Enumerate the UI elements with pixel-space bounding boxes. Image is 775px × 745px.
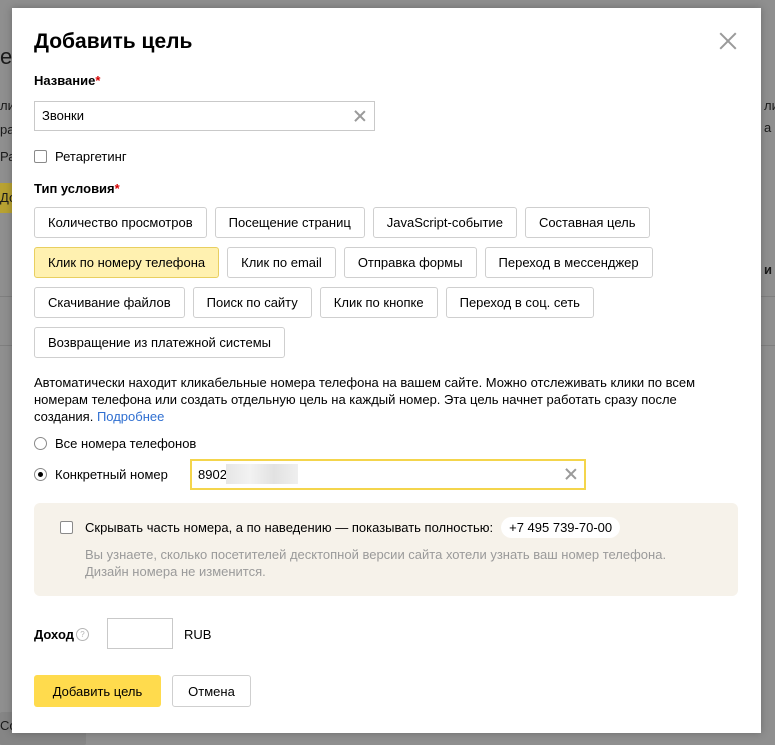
phone-number-value: 8902 xyxy=(198,467,227,482)
hide-number-panel: Скрывать часть номера, а по наведению — … xyxy=(34,503,738,596)
close-icon[interactable] xyxy=(717,30,739,52)
clear-icon[interactable] xyxy=(353,109,367,123)
income-input[interactable] xyxy=(107,618,173,649)
add-goal-button[interactable]: Добавить цель xyxy=(34,675,161,707)
condition-chip[interactable]: Клик по email xyxy=(227,247,336,278)
hide-number-label: Скрывать часть номера, а по наведению — … xyxy=(85,520,494,535)
goal-name-value: Звонки xyxy=(42,108,84,123)
chip-row: Скачивание файлов Поиск по сайту Клик по… xyxy=(34,287,734,318)
radio-all-label: Все номера телефонов xyxy=(55,436,197,451)
condition-chip[interactable]: JavaScript-событие xyxy=(372,207,517,238)
chip-row: Клик по номеру телефона Клик по email От… xyxy=(34,247,734,278)
required-mark: * xyxy=(114,181,120,196)
sample-phone-badge: +7 495 739-70-00 xyxy=(501,517,621,538)
cancel-button[interactable]: Отмена xyxy=(172,675,251,707)
name-label-text: Название xyxy=(34,73,96,88)
retargeting-checkbox-row[interactable]: Ретаргетинг xyxy=(34,149,127,164)
condition-type-chips: Количество просмотров Посещение страниц … xyxy=(34,207,734,367)
condition-chip[interactable]: Поиск по сайту xyxy=(192,287,312,318)
radio-specific-label: Конкретный номер xyxy=(55,467,168,482)
income-label-text: Доход xyxy=(34,627,74,642)
more-link[interactable]: Подробнее xyxy=(97,409,164,424)
condition-chip-selected[interactable]: Клик по номеру телефона xyxy=(34,247,220,278)
background-text: и xyxy=(764,262,772,277)
add-goal-dialog: Добавить цель Название* Звонки Ретаргети… xyxy=(12,8,761,733)
chip-row: Возвращение из платежной системы xyxy=(34,327,734,358)
phone-number-input[interactable]: 8902 xyxy=(190,459,586,490)
condition-type-label: Тип условия* xyxy=(34,181,120,196)
condition-description: Автоматически находит кликабельные номер… xyxy=(34,374,734,425)
condition-chip[interactable]: Клик по кнопке xyxy=(319,287,438,318)
retargeting-checkbox[interactable] xyxy=(34,150,47,163)
currency-label: RUB xyxy=(184,627,212,642)
condition-chip[interactable]: Скачивание файлов xyxy=(34,287,185,318)
radio-button[interactable] xyxy=(34,437,47,450)
background-text: е xyxy=(0,44,13,69)
name-label: Название* xyxy=(34,73,100,88)
hide-number-checkbox[interactable] xyxy=(60,521,73,534)
condition-chip[interactable]: Переход в мессенджер xyxy=(484,247,653,278)
chip-row: Количество просмотров Посещение страниц … xyxy=(34,207,734,238)
condition-type-label-text: Тип условия xyxy=(34,181,115,196)
hide-number-checkbox-row[interactable]: Скрывать часть номера, а по наведению — … xyxy=(60,517,621,538)
retargeting-label: Ретаргетинг xyxy=(55,149,127,164)
goal-name-input[interactable]: Звонки xyxy=(34,101,375,131)
required-mark: * xyxy=(95,73,101,88)
clear-icon[interactable] xyxy=(564,467,578,481)
help-icon[interactable]: ? xyxy=(75,628,89,641)
background-text: а xyxy=(764,120,772,135)
radio-button-checked[interactable] xyxy=(34,468,47,481)
condition-chip[interactable]: Составная цель xyxy=(524,207,650,238)
condition-chip[interactable]: Отправка формы xyxy=(343,247,477,278)
background-text: ли xyxy=(764,98,775,113)
hide-number-hint: Вы узнаете, сколько посетителей десктопн… xyxy=(85,547,667,579)
radio-all-numbers[interactable]: Все номера телефонов xyxy=(34,436,196,451)
redacted-digits xyxy=(226,464,298,484)
radio-specific-number[interactable]: Конкретный номер xyxy=(34,467,168,482)
dialog-title: Добавить цель xyxy=(34,30,193,53)
income-label: Доход ? xyxy=(34,627,89,642)
condition-chip[interactable]: Посещение страниц xyxy=(214,207,365,238)
condition-chip[interactable]: Возвращение из платежной системы xyxy=(34,327,285,358)
condition-chip[interactable]: Переход в соц. сеть xyxy=(445,287,594,318)
condition-chip[interactable]: Количество просмотров xyxy=(34,207,207,238)
